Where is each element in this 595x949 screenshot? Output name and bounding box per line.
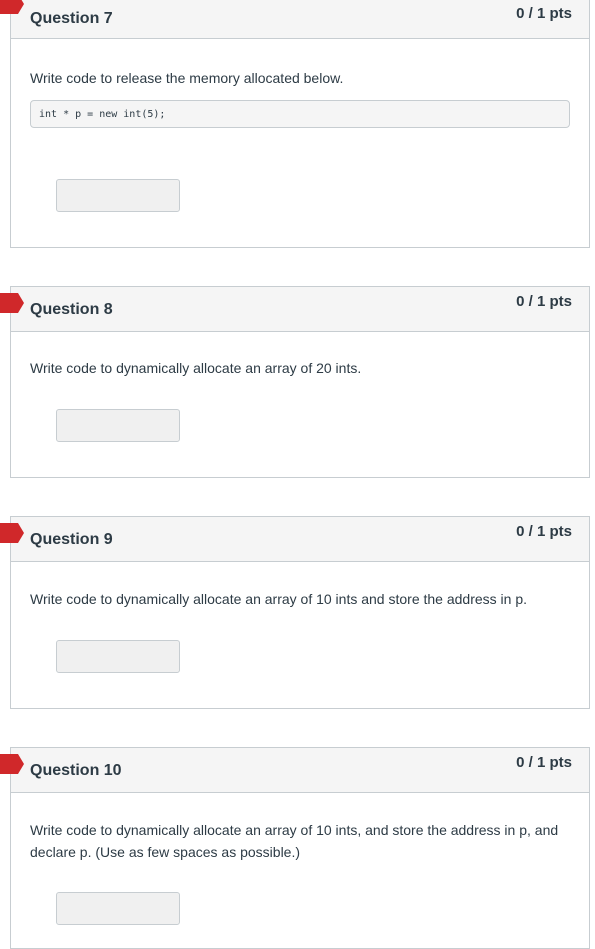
answer-input[interactable]: [56, 640, 180, 673]
question-prompt: Write code to dynamically allocate an ar…: [30, 822, 559, 860]
code-snippet: int * p = new int(5);: [30, 100, 570, 128]
question-9: Question 9 0 / 1 pts Write code to dynam…: [0, 516, 590, 709]
question-title: Question 8: [30, 301, 113, 318]
question-title: Question 7: [30, 10, 113, 27]
question-prompt: Write code to dynamically allocate an ar…: [30, 591, 528, 607]
question-10: Question 10 0 / 1 pts Write code to dyna…: [0, 747, 590, 949]
answer-input[interactable]: [56, 179, 180, 212]
question-points: 0 / 1 pts: [516, 5, 572, 22]
question-points: 0 / 1 pts: [516, 754, 572, 771]
question-body: Write code to dynamically allocate an ar…: [11, 793, 589, 863]
question-7: Question 7 0 / 1 pts Write code to relea…: [0, 0, 590, 248]
question-header: Question 9 0 / 1 pts: [0, 517, 589, 562]
question-points: 0 / 1 pts: [516, 293, 572, 310]
question-title: Question 9: [30, 531, 113, 548]
question-prompt: Write code to dynamically allocate an ar…: [30, 360, 362, 376]
question-header: Question 7 0 / 1 pts: [0, 0, 589, 39]
question-points: 0 / 1 pts: [516, 523, 572, 540]
question-header: Question 10 0 / 1 pts: [0, 748, 589, 793]
question-title: Question 10: [30, 762, 122, 779]
question-body: Write code to dynamically allocate an ar…: [11, 562, 589, 610]
question-body: Write code to dynamically allocate an ar…: [11, 332, 589, 379]
question-prompt: Write code to release the memory allocat…: [30, 70, 344, 86]
answer-input[interactable]: [56, 409, 180, 442]
question-8: Question 8 0 / 1 pts Write code to dynam…: [0, 286, 590, 478]
question-header: Question 8 0 / 1 pts: [0, 287, 589, 332]
answer-input[interactable]: [56, 892, 180, 925]
question-body: Write code to release the memory allocat…: [11, 39, 589, 128]
